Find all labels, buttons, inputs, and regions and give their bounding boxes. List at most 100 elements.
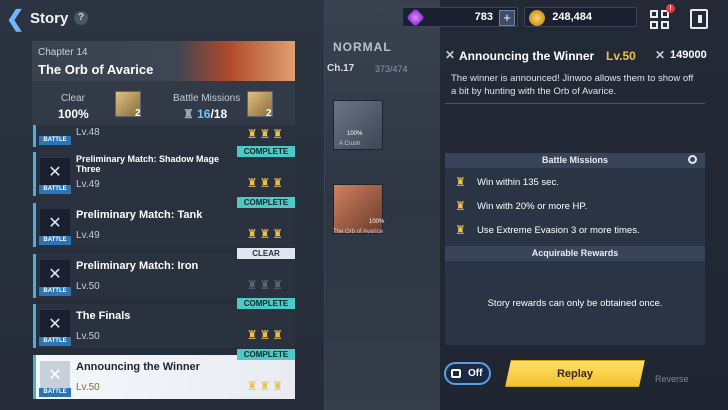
gold-currency: 248,484 (524, 7, 637, 27)
gold-amount: 248,484 (552, 11, 592, 23)
mission-level: Lv.50 (76, 382, 100, 393)
battle-tag: BATTLE (39, 287, 71, 296)
mission-trophies: ♜♜♜ (247, 379, 285, 393)
detail-power: 149000 (670, 49, 707, 61)
chapter-stats: Clear 100% 2 Battle Missions ♜ 16/18 2 (32, 81, 295, 125)
chapter-name: The Orb of Avarice (38, 62, 154, 77)
preview-caption: The Orb of Avarice (333, 229, 383, 235)
mission-name: Preliminary Match: Tank (76, 209, 203, 221)
preview-progress: 373/474 (375, 64, 408, 74)
reverse-label: Reverse (655, 374, 689, 384)
trophy-icon: ♜ (272, 328, 285, 342)
trophy-icon: ♜ (246, 278, 260, 292)
toggle-icon (451, 369, 461, 378)
trophy-icon: ♜ (259, 328, 273, 342)
trophy-icon: ♜ (246, 227, 260, 241)
coin-icon (529, 10, 545, 26)
trophy-icon: ♜ (455, 175, 466, 189)
trophy-icon: ♜ (246, 379, 260, 393)
trophy-icon: ♜ (272, 176, 285, 190)
battle-tag: BATTLE (39, 337, 71, 346)
mission-level: Lv.48 (76, 127, 100, 138)
menu-grid-icon[interactable] (650, 10, 670, 30)
trophy-icon: ♜ (259, 278, 273, 292)
add-gems-button[interactable]: + (499, 10, 515, 26)
trophy-icon: ♜ (455, 223, 466, 237)
help-icon[interactable]: ? (74, 11, 88, 25)
trophy-icon: ♜ (455, 199, 466, 213)
mission-level: Lv.49 (76, 179, 100, 190)
swords-icon: ✕ (40, 310, 70, 340)
preview-chapter: Ch.17 (327, 63, 355, 74)
search-icon[interactable] (688, 155, 697, 164)
mission-level: Lv.50 (76, 331, 100, 342)
rewards-note: Story rewards can only be obtained once. (487, 298, 663, 309)
gem-currency: 783 + (402, 7, 518, 27)
swords-icon: ✕ (40, 361, 70, 391)
gem-icon (406, 8, 425, 27)
gem-amount: 783 (474, 11, 493, 23)
clear-value: 100% (58, 107, 89, 121)
mission-status-badge: CLEAR (237, 248, 295, 259)
divider (445, 103, 705, 104)
mission-name: Preliminary Match: Iron (76, 260, 199, 272)
mission-name: Announcing the Winner (76, 361, 200, 373)
trophy-icon: ♜ (259, 227, 273, 241)
detail-title: Announcing the Winner (459, 49, 595, 63)
detail-level: Lv.50 (606, 49, 636, 63)
battle-missions-header: Battle Missions (445, 153, 705, 168)
preview-card-orb[interactable] (333, 184, 383, 234)
trophy-icon: ♜ (259, 176, 273, 190)
mission-level: Lv.49 (76, 230, 100, 241)
trophy-icon: ♜ (246, 328, 260, 342)
battle-tag: BATTLE (39, 236, 71, 245)
mission-status-badge: COMPLETE (237, 146, 295, 157)
trophy-icon: ♜ (183, 107, 194, 121)
power-icon: ✕ (655, 48, 666, 62)
trophy-icon: ♜ (259, 127, 273, 141)
difficulty-label[interactable]: NORMAL (333, 40, 392, 54)
chapter-number: Chapter 14 (38, 47, 88, 58)
battle-tag: BATTLE (39, 388, 71, 397)
mission-name: The Finals (76, 310, 131, 322)
page-title: Story (30, 10, 69, 27)
battle-missions-progress: ♜ 16/18 (183, 107, 228, 121)
mission-row[interactable]: BATTLE Lv.48 ♜♜♜ (33, 125, 295, 147)
mission-status-badge: COMPLETE (237, 349, 295, 360)
battle-mission-1: Win within 135 sec. (477, 177, 559, 188)
preview-pct: 100% (347, 131, 363, 137)
replay-button[interactable]: Replay (505, 360, 645, 387)
detail-description: The winner is announced! Jinwoo allows t… (451, 73, 694, 97)
mission-trophies: ♜♜♜ (247, 328, 285, 342)
preview-pct: 100% (369, 219, 385, 225)
mission-trophies: ♜♜♜ (247, 227, 285, 241)
mission-row[interactable]: ✕ BATTLE Preliminary Match: Iron Lv.50 CLEAR… (33, 248, 295, 298)
mission-status-badge: COMPLETE (237, 298, 295, 309)
mission-row[interactable]: ✕ BATTLE Announcing the Winner Lv.50 COMPLET… (33, 349, 295, 399)
mission-status-badge: COMPLETE (237, 197, 295, 208)
clear-label: Clear (61, 93, 85, 104)
exit-icon[interactable] (690, 9, 708, 29)
trophy-icon: ♜ (272, 227, 285, 241)
trophy-icon: ♜ (259, 379, 273, 393)
battle-missions-label: Battle Missions (173, 93, 241, 104)
toggle-label: Off (468, 368, 483, 379)
back-icon[interactable]: ❮ (6, 8, 26, 30)
preview-caption: A Crush (339, 141, 361, 147)
mission-trophies: ♜♜♜ (247, 278, 285, 292)
trophy-icon: ♜ (246, 176, 260, 190)
auto-toggle[interactable]: Off (444, 362, 491, 385)
mission-row[interactable]: ✕ BATTLE Preliminary Match: Tank Lv.49 COMPL… (33, 197, 295, 247)
swords-icon: ✕ (40, 158, 70, 188)
notification-badge: ! (666, 4, 675, 13)
mission-row[interactable]: ✕ BATTLE Preliminary Match: Shadow Mage Th… (33, 146, 295, 196)
swords-icon: ✕ (40, 209, 70, 239)
mission-trophies: ♜♜♜ (247, 176, 285, 190)
mission-row[interactable]: ✕ BATTLE The Finals Lv.50 COMPLETE ♜♜♜ (33, 298, 295, 348)
swords-icon: ✕ (445, 48, 456, 62)
battle-mission-2: Win with 20% or more HP. (477, 201, 588, 212)
trophy-icon: ♜ (272, 278, 285, 292)
mission-level: Lv.50 (76, 281, 100, 292)
chapter-banner: Chapter 14 The Orb of Avarice (32, 41, 295, 81)
mission-trophies: ♜♜♜ (247, 127, 285, 141)
